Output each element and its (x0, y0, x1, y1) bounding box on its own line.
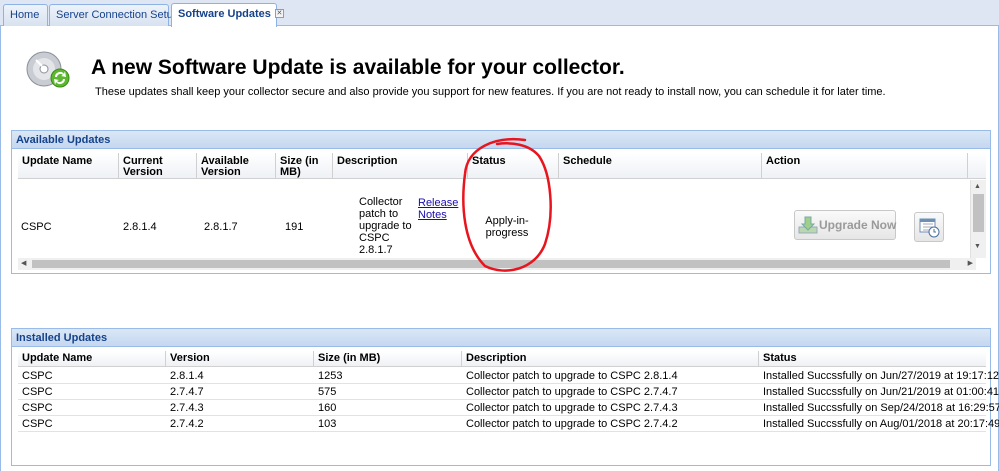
download-icon (798, 216, 818, 234)
col-size[interactable]: Size (in MB) (276, 153, 333, 178)
size-value: 191 (285, 221, 304, 233)
status: Installed Succssfully on Sep/24/2018 at … (763, 402, 999, 414)
upgrade-now-button[interactable]: Upgrade Now (794, 210, 896, 240)
upgrade-now-label: Upgrade Now (819, 218, 897, 232)
version: 2.7.4.7 (170, 386, 204, 398)
description: Collector patch to upgrade to CSPC 2.7.4… (466, 402, 678, 414)
panel-title: Installed Updates (12, 329, 990, 347)
current-version: 2.8.1.4 (123, 221, 157, 233)
tab-label: Software Updates (178, 8, 271, 20)
col-schedule[interactable]: Schedule (559, 153, 762, 178)
scrollbar-thumb[interactable] (973, 194, 984, 232)
size: 103 (318, 418, 337, 430)
version: 2.8.1.4 (170, 370, 204, 382)
col-version[interactable]: Version (166, 351, 314, 366)
table-row[interactable]: CSPC 2.7.4.3 160 Collector patch to upgr… (18, 400, 999, 416)
annotation-circle (462, 138, 552, 272)
table-row[interactable]: CSPC 2.7.4.7 575 Collector patch to upgr… (18, 384, 999, 400)
col-description[interactable]: Description (462, 351, 759, 366)
tab-label: Server Connection Setup (56, 9, 179, 21)
update-name: CSPC (22, 402, 53, 414)
page-subtitle: These updates shall keep your collector … (95, 86, 886, 98)
col-action[interactable]: Action (762, 153, 968, 178)
calendar-icon (919, 218, 940, 238)
col-current-version[interactable]: Current Version (119, 153, 197, 178)
col-update-name[interactable]: Update Name (18, 351, 166, 366)
size: 160 (318, 402, 337, 414)
page-title: A new Software Update is available for y… (91, 56, 625, 79)
close-icon[interactable]: ✕ (274, 9, 284, 18)
description: Collector patch to upgrade to CSPC 2.7.4… (466, 418, 678, 430)
tab-server-connection-setup[interactable]: Server Connection Setup✕ (49, 4, 192, 26)
description: Collector patch to upgrade to CSPC 2.8.1… (466, 370, 678, 382)
size: 575 (318, 386, 337, 398)
vertical-scrollbar[interactable]: ▲ ▼ (970, 180, 986, 258)
version: 2.7.4.3 (170, 402, 204, 414)
update-name: CSPC (22, 418, 53, 430)
update-name: CSPC (22, 386, 53, 398)
tab-bar: Home Server Connection Setup✕ Software U… (0, 0, 999, 27)
tab-software-updates[interactable]: Software Updates ✕ (171, 3, 284, 27)
description-text: Collector patch to upgrade to CSPC 2.8.1… (359, 196, 412, 256)
table-row[interactable]: CSPC 2.7.4.2 103 Collector patch to upgr… (18, 416, 999, 432)
grid-header: Update Name Version Size (in MB) Descrip… (18, 351, 986, 367)
installed-updates-panel: Installed Updates Update Name Version Si… (11, 328, 999, 466)
tab-home[interactable]: Home (3, 4, 48, 26)
col-description[interactable]: Description (333, 153, 468, 178)
table-row[interactable]: CSPC 2.8.1.4 1253 Collector patch to upg… (18, 368, 999, 384)
status: Installed Succssfully on Jun/27/2019 at … (763, 370, 999, 382)
available-version: 2.8.1.7 (204, 221, 238, 233)
update-name: CSPC (21, 221, 52, 233)
col-status[interactable]: Status (759, 351, 986, 366)
schedule-button[interactable] (914, 212, 944, 242)
description: Collector patch to upgrade to CSPC 2.7.4… (466, 386, 678, 398)
update-name: CSPC (22, 370, 53, 382)
status: Installed Succssfully on Aug/01/2018 at … (763, 418, 999, 430)
col-size[interactable]: Size (in MB) (314, 351, 462, 366)
scroll-down-icon[interactable]: ▼ (974, 243, 981, 250)
status: Installed Succssfully on Jun/21/2019 at … (763, 386, 999, 398)
col-update-name[interactable]: Update Name (18, 153, 119, 178)
scroll-up-icon[interactable]: ▲ (974, 183, 981, 190)
scroll-left-icon[interactable]: ◀ (21, 259, 26, 267)
scroll-right-icon[interactable]: ▶ (968, 259, 973, 267)
size: 1253 (318, 370, 343, 382)
version: 2.7.4.2 (170, 418, 204, 430)
software-update-icon (26, 51, 70, 88)
col-available-version[interactable]: Available Version (197, 153, 276, 178)
tab-home-label: Home (10, 9, 40, 21)
